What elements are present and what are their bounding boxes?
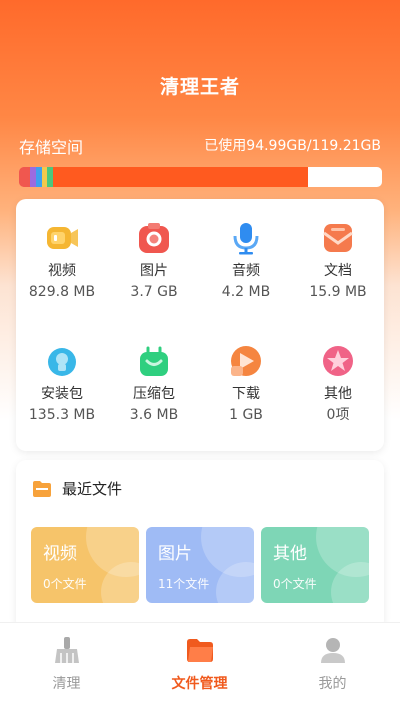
category-size: 135.3 MB [28,407,96,423]
storage-segment-images [19,167,30,187]
category-audio[interactable]: 音频 4.2 MB [200,221,292,301]
category-size: 0项 [326,407,350,423]
tab-clean[interactable]: 清理 [0,623,133,711]
recent-files-card: 最近文件 视频 0个文件 图片 11个文件 其他 0个文件 [16,460,384,630]
tab-profile[interactable]: 我的 [266,623,399,711]
camera-icon [139,223,169,253]
storage-label: 存储空间 [19,138,84,157]
category-size: 4.2 MB [221,284,271,300]
broom-icon [54,637,79,663]
category-name: 音频 [232,263,260,279]
bottom-tab-bar: 清理 文件管理 我的 [0,622,400,711]
recent-tile-count: 11个文件 [158,577,210,591]
category-documents[interactable]: 文档 15.9 MB [292,221,384,301]
folder-icon [33,480,51,497]
storage-segment-archives [47,167,53,187]
star-icon [323,346,353,376]
category-size: 15.9 MB [309,284,367,300]
category-name: 压缩包 [133,386,175,402]
category-install-packages[interactable]: 安装包 135.3 MB [16,344,108,424]
tab-label: 文件管理 [171,676,228,692]
document-icon [323,224,353,252]
tab-label: 我的 [318,676,347,692]
category-images[interactable]: 图片 3.7 GB [108,221,200,301]
recent-tile-name: 视频 [43,544,77,564]
category-name: 其他 [324,386,352,402]
storage-usage-bar [19,167,382,187]
category-size: 3.7 GB [130,284,178,300]
microphone-icon [233,223,259,255]
category-size: 1 GB [229,407,263,423]
recent-tile-other[interactable]: 其他 0个文件 [261,527,369,603]
category-name: 安装包 [41,386,83,402]
archive-bag-icon [140,346,168,376]
recent-tile-images[interactable]: 图片 11个文件 [146,527,254,603]
video-icon [47,227,78,249]
recent-tile-count: 0个文件 [43,577,87,591]
category-other[interactable]: 其他 0项 [292,344,384,424]
folder-icon [186,639,213,662]
download-icon [231,346,261,376]
category-archives[interactable]: 压缩包 3.6 MB [108,344,200,424]
app-title: 清理王者 [159,76,240,98]
tab-label: 清理 [52,676,81,692]
category-name: 文档 [324,263,352,279]
recent-files-title: 最近文件 [62,480,123,498]
recent-tile-video[interactable]: 视频 0个文件 [31,527,139,603]
install-package-icon [48,348,76,376]
user-icon [320,638,345,663]
recent-tile-count: 0个文件 [273,577,317,591]
recent-tile-name: 其他 [273,544,307,564]
tab-file-manager[interactable]: 文件管理 [133,623,266,711]
storage-used-text: 已使用94.99GB/119.21GB [204,138,381,154]
storage-usage-fill [19,167,309,187]
category-name: 下载 [232,386,260,402]
category-grid-card: 视频 829.8 MB 图片 3.7 GB 音频 4.2 MB 文档 15.9 … [16,199,384,451]
recent-tile-name: 图片 [158,544,192,564]
category-name: 视频 [48,263,76,279]
category-size: 829.8 MB [28,284,96,300]
category-name: 图片 [140,263,168,279]
category-size: 3.6 MB [129,407,179,423]
recent-files-header[interactable]: 最近文件 [32,478,122,499]
category-downloads[interactable]: 下载 1 GB [200,344,292,424]
category-video[interactable]: 视频 829.8 MB [16,221,108,301]
